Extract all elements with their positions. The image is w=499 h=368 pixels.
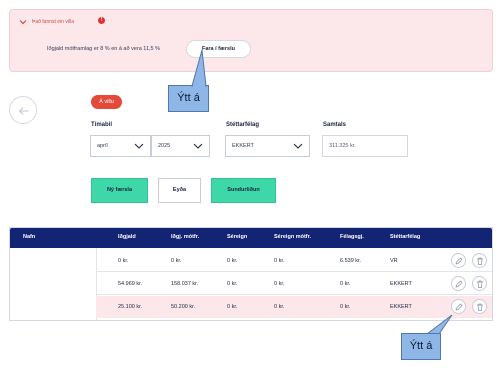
edit-icon (455, 280, 463, 288)
cell: 0 kr. (274, 304, 285, 310)
cell: 0 kr. (227, 281, 238, 287)
year-select[interactable]: 2025 (151, 135, 210, 157)
delete-button[interactable]: Eyða (158, 178, 201, 203)
cell: EKKERT (390, 304, 412, 310)
error-alert: Það fannst ein villa ! Iðgjald mótframla… (9, 9, 493, 72)
table-header: Nafn Iðgjald Iðgj. mótfr. Séreign Séreig… (10, 228, 492, 248)
cell: VR (390, 258, 398, 264)
callout-press: Ýtt á (401, 333, 441, 360)
cell: 6.539 kr. (340, 258, 362, 264)
column-header: Stéttarfélag (390, 234, 421, 240)
alert-message: Iðgjald mótframlag er 8 % en á að vera 1… (47, 46, 161, 52)
period-label: Tímabil (91, 122, 113, 128)
chevron-down-icon (293, 143, 303, 149)
alert-title: Það fannst ein villa (32, 19, 74, 25)
month-select[interactable]: apríl (90, 135, 151, 157)
column-header: Félagsgj. (340, 234, 364, 240)
cell: 0 kr. (274, 258, 285, 264)
total-field: 311.325 kr. (322, 135, 408, 157)
arrow-left-icon (18, 107, 29, 115)
cell: 54.969 kr. (118, 281, 143, 287)
cell: 50.200 kr. (171, 304, 196, 310)
trash-icon (477, 257, 483, 265)
callout-press: Ýtt á (168, 85, 209, 112)
column-header: Iðgj. mótfr. (171, 234, 200, 240)
union-label: Stéttarfélag (226, 122, 260, 128)
cell: 0 kr. (227, 304, 238, 310)
edit-button[interactable] (451, 276, 466, 291)
delete-row-button[interactable] (472, 276, 487, 291)
cell: 0 kr. (227, 258, 238, 264)
new-entry-button[interactable]: Ný færsla (91, 178, 148, 203)
chevron-down-icon[interactable] (18, 17, 28, 27)
error-icon: ! (98, 17, 105, 24)
callout-tail (425, 314, 453, 335)
column-header: Séreign (227, 234, 248, 240)
column-header: Nafn (23, 234, 36, 240)
total-label: Samtals (323, 122, 347, 128)
table-row[interactable]: 0 kr. 0 kr. 0 kr. 0 kr. 6.539 kr. VR (96, 250, 492, 272)
table-row[interactable]: 54.969 kr. 158.037 kr. 0 kr. 0 kr. 0 kr.… (96, 273, 492, 295)
cell: 0 kr. (171, 258, 182, 264)
year-value: 2025 (158, 143, 171, 149)
entries-table: Nafn Iðgjald Iðgj. mótfr. Séreign Séreig… (9, 227, 493, 321)
cell: EKKERT (390, 281, 412, 287)
delete-row-button[interactable] (472, 253, 487, 268)
back-button[interactable] (9, 96, 37, 124)
split-button[interactable]: Sundurliðun (211, 178, 276, 203)
union-select[interactable]: EKKERT (225, 135, 310, 157)
edit-button[interactable] (451, 299, 466, 314)
delete-row-button[interactable] (472, 299, 487, 314)
edit-icon (455, 257, 463, 265)
month-value: apríl (97, 143, 108, 149)
error-badge: Á villu (91, 95, 122, 109)
cell: 158.037 kr. (171, 281, 199, 287)
chevron-down-icon (193, 143, 203, 149)
cell: 0 kr. (118, 258, 129, 264)
chevron-down-icon (134, 143, 144, 149)
union-value: EKKERT (232, 143, 254, 149)
cell: 0 kr. (340, 281, 351, 287)
cell: 0 kr. (274, 281, 285, 287)
edit-button[interactable] (451, 253, 466, 268)
cell: 0 kr. (340, 304, 351, 310)
column-header: Séreign mótfr. (274, 234, 311, 240)
edit-icon (455, 303, 463, 311)
column-header: Iðgjald (118, 234, 136, 240)
trash-icon (477, 280, 483, 288)
callout-tail (191, 49, 207, 87)
cell: 25.100 kr. (118, 304, 143, 310)
trash-icon (477, 303, 483, 311)
